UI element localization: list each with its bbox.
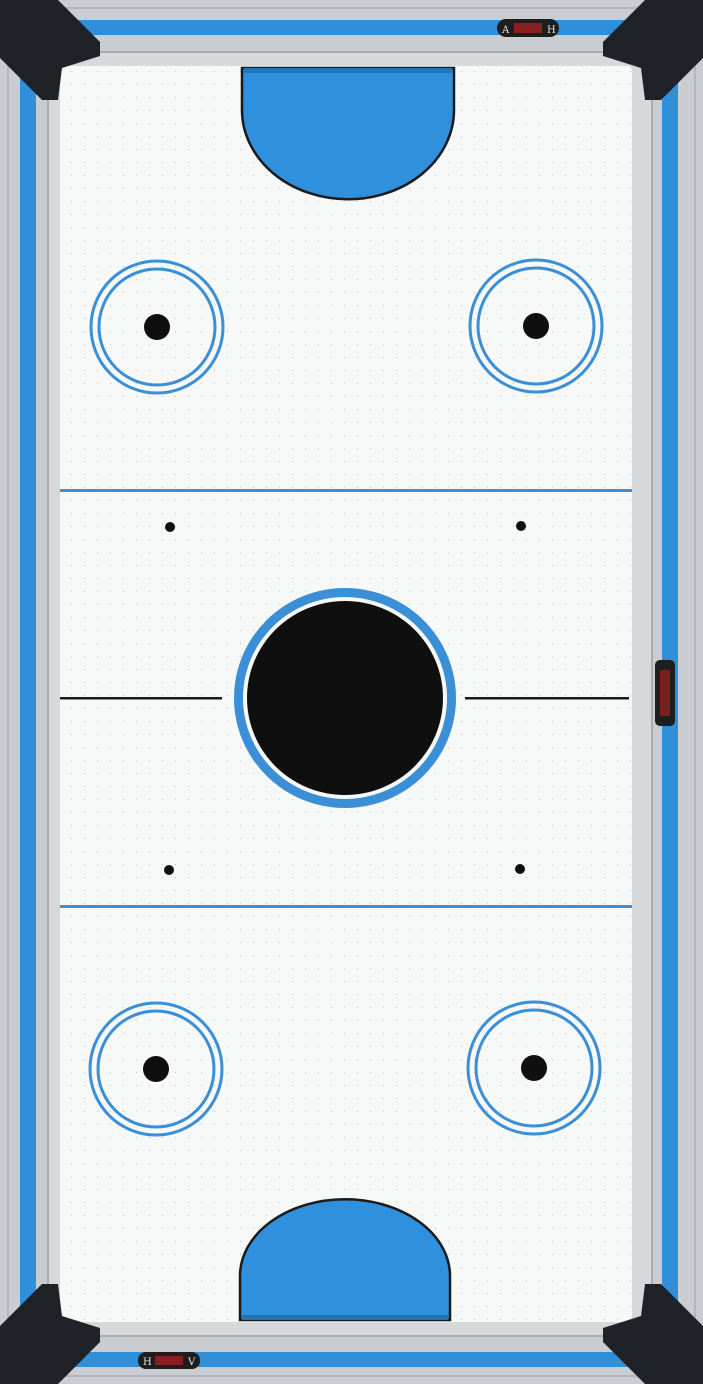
blue-line-bottom: [60, 905, 632, 908]
center-spot: [247, 601, 443, 795]
rail-stripe-left: [20, 40, 36, 1340]
goal-bottom-slot: [242, 1315, 448, 1320]
scoreboard-top-right-letter: H: [547, 25, 556, 36]
scoreboard-bottom: H V: [138, 1352, 200, 1369]
center-line-left: [60, 697, 222, 700]
goal-top-slot: [244, 68, 452, 73]
center-line-right: [465, 697, 629, 700]
neutral-dot-bottom-right: [515, 864, 525, 874]
scoreboard-top-left-letter: A: [501, 25, 510, 36]
scoreboard-top: A H: [497, 19, 559, 37]
air-hockey-table: A H H V: [0, 0, 703, 1384]
scoreboard-bottom-left-letter: H: [143, 1357, 152, 1368]
neutral-dot-top-right: [516, 521, 526, 531]
side-power-switch[interactable]: [655, 660, 675, 726]
neutral-dot-bottom-left: [164, 865, 174, 875]
scoreboard-bottom-right-letter: V: [187, 1357, 196, 1368]
blue-line-top: [60, 489, 632, 492]
neutral-dot-top-left: [165, 522, 175, 532]
